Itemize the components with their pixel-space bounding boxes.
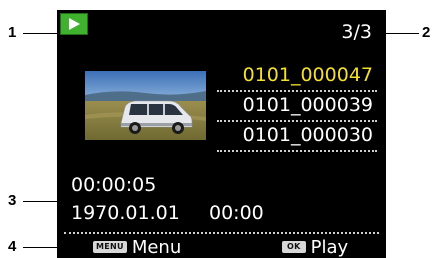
- callout-1: 1: [8, 24, 17, 41]
- file-counter: 3/3: [341, 21, 372, 43]
- file-item-selected[interactable]: 0101_000047: [217, 62, 377, 92]
- video-duration: 00:00:05: [71, 174, 157, 196]
- play-label: Play: [310, 236, 349, 258]
- file-item[interactable]: 0101_000030: [217, 122, 377, 152]
- menu-key-icon: MENU: [93, 241, 127, 253]
- playback-screen: 3/3 0101_000047 0101_000039 0101_000030 …: [57, 10, 386, 258]
- file-list: 0101_000047 0101_000039 0101_000030: [217, 62, 377, 152]
- callout-1-leader: [23, 33, 61, 34]
- file-item[interactable]: 0101_000039: [217, 92, 377, 122]
- footer-divider: [64, 232, 379, 234]
- recording-date: 1970.01.01: [71, 202, 180, 224]
- menu-button[interactable]: MENU Menu: [93, 236, 181, 258]
- play-button[interactable]: OK Play: [282, 236, 348, 258]
- video-thumbnail: [85, 71, 206, 140]
- play-icon: [60, 13, 88, 35]
- menu-label: Menu: [131, 236, 182, 258]
- callout-4: 4: [8, 238, 17, 255]
- callout-2-leader: [386, 33, 419, 34]
- callout-3: 3: [8, 192, 17, 209]
- callout-2: 2: [422, 24, 431, 41]
- ok-key-icon: OK: [282, 241, 306, 253]
- recording-time: 00:00: [209, 202, 264, 224]
